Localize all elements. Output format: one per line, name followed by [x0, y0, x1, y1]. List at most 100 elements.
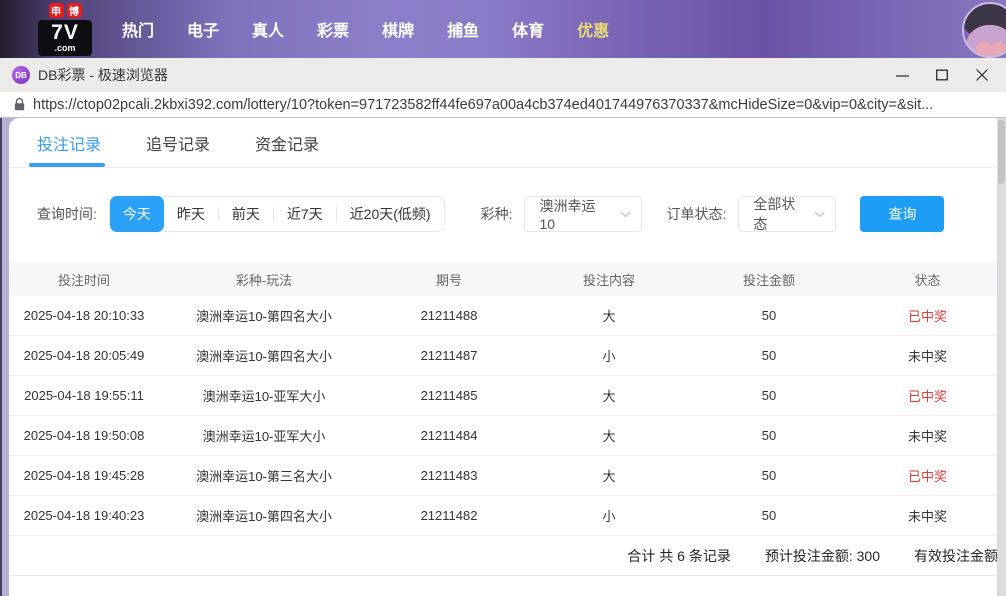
search-button[interactable]: 查询	[860, 196, 944, 232]
cell-game-play: 澳洲幸运10-第三名大小	[159, 466, 369, 485]
table-row: 2025-04-18 19:55:11 澳洲幸运10-亚军大小 21211485…	[9, 376, 1006, 416]
order-status-value: 全部状态	[753, 194, 804, 234]
browser-titlebar: DB DB彩票 - 极速浏览器	[0, 58, 1006, 92]
cell-issue-no: 21211487	[369, 348, 529, 363]
window-title: DB彩票 - 极速浏览器	[38, 65, 168, 85]
cell-bet-time: 2025-04-18 19:45:28	[9, 468, 159, 483]
cell-bet-time: 2025-04-18 19:40:23	[9, 508, 159, 523]
site-logo[interactable]: 申 博 7V .com	[38, 3, 92, 56]
column-header-5: 状态	[849, 270, 1006, 289]
url-text: https://ctop02pcali.2kbxi392.com/lottery…	[33, 97, 933, 113]
cell-game-play: 澳洲幸运10-第四名大小	[159, 346, 369, 365]
logo-box: 7V .com	[38, 20, 92, 56]
logo-badge-left: 申	[49, 3, 64, 18]
cell-bet-amount: 50	[689, 388, 849, 403]
lottery-select[interactable]: 澳洲幸运10	[524, 196, 642, 232]
summary-expected-amount: 预计投注金额: 300	[765, 546, 880, 566]
site-nav-items: 热门 电子 真人 彩票 棋牌 捕鱼 体育 优惠	[122, 17, 609, 41]
table-row: 2025-04-18 20:05:49 澳洲幸运10-第四名大小 2121148…	[9, 336, 1006, 376]
cell-bet-content: 大	[529, 386, 689, 405]
cell-issue-no: 21211485	[369, 388, 529, 403]
logo-badge-right: 博	[67, 3, 82, 18]
cell-issue-no: 21211488	[369, 308, 529, 323]
time-filter-label: 查询时间:	[37, 204, 97, 224]
user-avatar[interactable]	[962, 2, 1006, 58]
cell-game-play: 澳洲幸运10-亚军大小	[159, 426, 369, 445]
cell-bet-time: 2025-04-18 19:50:08	[9, 428, 159, 443]
time-option-0[interactable]: 今天	[110, 196, 164, 232]
cell-bet-content: 大	[529, 426, 689, 445]
nav-item-2[interactable]: 真人	[252, 17, 284, 41]
table-summary-row: 合计 共 6 条记录 预计投注金额: 300 有效投注金额	[9, 536, 1006, 576]
order-status-label: 订单状态:	[666, 204, 726, 224]
cell-status: 已中奖	[849, 306, 1006, 325]
cell-game-play: 澳洲幸运10-亚军大小	[159, 386, 369, 405]
nav-item-4[interactable]: 棋牌	[382, 17, 414, 41]
cell-bet-amount: 50	[689, 348, 849, 363]
summary-valid-amount-clipped: 有效投注金额	[914, 546, 1006, 566]
cell-bet-time: 2025-04-18 19:55:11	[9, 388, 159, 403]
tab-2[interactable]: 资金记录	[255, 118, 319, 167]
column-header-4: 投注金额	[689, 270, 849, 289]
table-body: 2025-04-18 20:10:33 澳洲幸运10-第四名大小 2121148…	[9, 296, 1006, 536]
cell-bet-amount: 50	[689, 508, 849, 523]
column-header-1: 彩种-玩法	[159, 270, 369, 289]
close-button[interactable]	[962, 58, 1002, 92]
cell-bet-amount: 50	[689, 428, 849, 443]
table-row: 2025-04-18 19:45:28 澳洲幸运10-第三名大小 2121148…	[9, 456, 1006, 496]
page-background: 投注记录追号记录资金记录 查询时间: 今天昨天前天近7天近20天(低频) 彩种:…	[0, 118, 1006, 596]
summary-total-records: 合计 共 6 条记录	[627, 546, 730, 566]
maximize-button[interactable]	[922, 58, 962, 92]
logo-main-text: 7V	[38, 22, 92, 43]
chevron-down-icon	[804, 211, 825, 218]
cell-bet-content: 小	[529, 346, 689, 365]
cell-game-play: 澳洲幸运10-第四名大小	[159, 306, 369, 325]
column-header-0: 投注时间	[9, 270, 159, 289]
record-tabs: 投注记录追号记录资金记录	[9, 118, 1006, 168]
minimize-button[interactable]	[882, 58, 922, 92]
tab-0[interactable]: 投注记录	[37, 118, 101, 167]
nav-item-3[interactable]: 彩票	[317, 17, 349, 41]
cell-status: 未中奖	[849, 346, 1006, 365]
page-left-edge	[0, 118, 2, 596]
site-top-nav: 申 博 7V .com 热门 电子 真人 彩票 棋牌 捕鱼 体育 优惠	[0, 0, 1006, 58]
filter-bar: 查询时间: 今天昨天前天近7天近20天(低频) 彩种: 澳洲幸运10 订单状态:…	[37, 196, 1006, 232]
column-header-3: 投注内容	[529, 270, 689, 289]
browser-app-icon: DB	[12, 66, 30, 84]
nav-item-1[interactable]: 电子	[187, 17, 219, 41]
time-option-4[interactable]: 近20天(低频)	[337, 197, 444, 231]
time-option-1[interactable]: 昨天	[164, 197, 218, 231]
cell-issue-no: 21211484	[369, 428, 529, 443]
cell-status: 未中奖	[849, 426, 1006, 445]
chevron-down-icon	[610, 211, 631, 218]
lock-icon	[14, 98, 25, 111]
cell-bet-amount: 50	[689, 468, 849, 483]
cell-bet-time: 2025-04-18 20:05:49	[9, 348, 159, 363]
cell-issue-no: 21211482	[369, 508, 529, 523]
column-header-2: 期号	[369, 270, 529, 289]
nav-item-0[interactable]: 热门	[122, 17, 154, 41]
cell-bet-content: 大	[529, 466, 689, 485]
nav-item-7[interactable]: 优惠	[577, 17, 609, 41]
logo-suffix-text: .com	[38, 44, 92, 53]
time-filter-group: 今天昨天前天近7天近20天(低频)	[109, 196, 445, 232]
table-row: 2025-04-18 19:40:23 澳洲幸运10-第四名大小 2121148…	[9, 496, 1006, 536]
logo-badges: 申 博	[49, 3, 82, 18]
time-option-2[interactable]: 前天	[219, 197, 273, 231]
table-row: 2025-04-18 20:10:33 澳洲幸运10-第四名大小 2121148…	[9, 296, 1006, 336]
window-controls	[882, 58, 1002, 92]
lottery-filter-label: 彩种:	[481, 204, 513, 224]
address-bar[interactable]: https://ctop02pcali.2kbxi392.com/lottery…	[0, 92, 1006, 118]
cell-status: 未中奖	[849, 506, 1006, 525]
cell-bet-amount: 50	[689, 308, 849, 323]
content-card: 投注记录追号记录资金记录 查询时间: 今天昨天前天近7天近20天(低频) 彩种:…	[9, 118, 1006, 596]
tab-1[interactable]: 追号记录	[146, 118, 210, 167]
page-scrollbar-thumb[interactable]	[998, 120, 1005, 184]
cell-status: 已中奖	[849, 466, 1006, 485]
time-option-3[interactable]: 近7天	[274, 197, 336, 231]
nav-item-6[interactable]: 体育	[512, 17, 544, 41]
order-status-select[interactable]: 全部状态	[738, 196, 836, 232]
nav-item-5[interactable]: 捕鱼	[447, 17, 479, 41]
page-scrollbar-track[interactable]	[997, 118, 1006, 596]
lottery-select-value: 澳洲幸运10	[539, 196, 610, 232]
